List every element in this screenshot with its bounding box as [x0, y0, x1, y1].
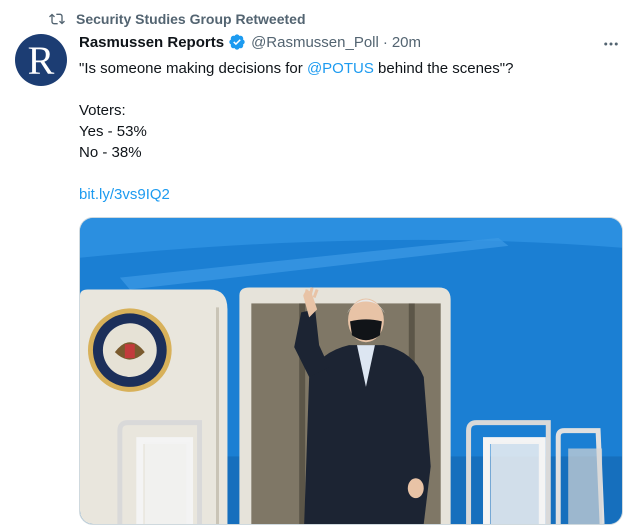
no-result: No - 38% — [79, 144, 142, 161]
yes-result: Yes - 53% — [79, 123, 147, 140]
author-handle[interactable]: @Rasmussen_Poll — [251, 34, 379, 51]
avatar[interactable]: R — [15, 34, 67, 86]
voters-label: Voters: — [79, 102, 126, 119]
photo-president-boarding-plane[interactable] — [79, 217, 623, 525]
rasmussen-logo: R — [27, 38, 55, 83]
quote-open: "Is someone making decisions for — [79, 60, 307, 77]
verified-badge-icon — [229, 34, 245, 50]
tweet-timestamp[interactable]: 20m — [392, 34, 421, 51]
retweet-context: Security Studies Group Retweeted — [48, 11, 306, 27]
tweet-text: "Is someone making decisions for @POTUS … — [79, 58, 619, 205]
tweet-header: Rasmussen Reports @Rasmussen_Poll · 20m — [79, 33, 421, 51]
question-line: "Is someone making decisions for @POTUS … — [79, 58, 619, 79]
more-options-icon[interactable] — [601, 34, 621, 54]
retweet-label[interactable]: Security Studies Group Retweeted — [76, 11, 306, 27]
retweet-icon — [49, 13, 65, 25]
separator-dot: · — [382, 33, 388, 51]
shortened-link[interactable]: bit.ly/3vs9IQ2 — [79, 184, 619, 205]
mention-potus[interactable]: @POTUS — [307, 60, 374, 77]
author-name[interactable]: Rasmussen Reports — [79, 34, 224, 51]
quote-close: behind the scenes"? — [373, 60, 514, 77]
media-image — [80, 218, 622, 524]
